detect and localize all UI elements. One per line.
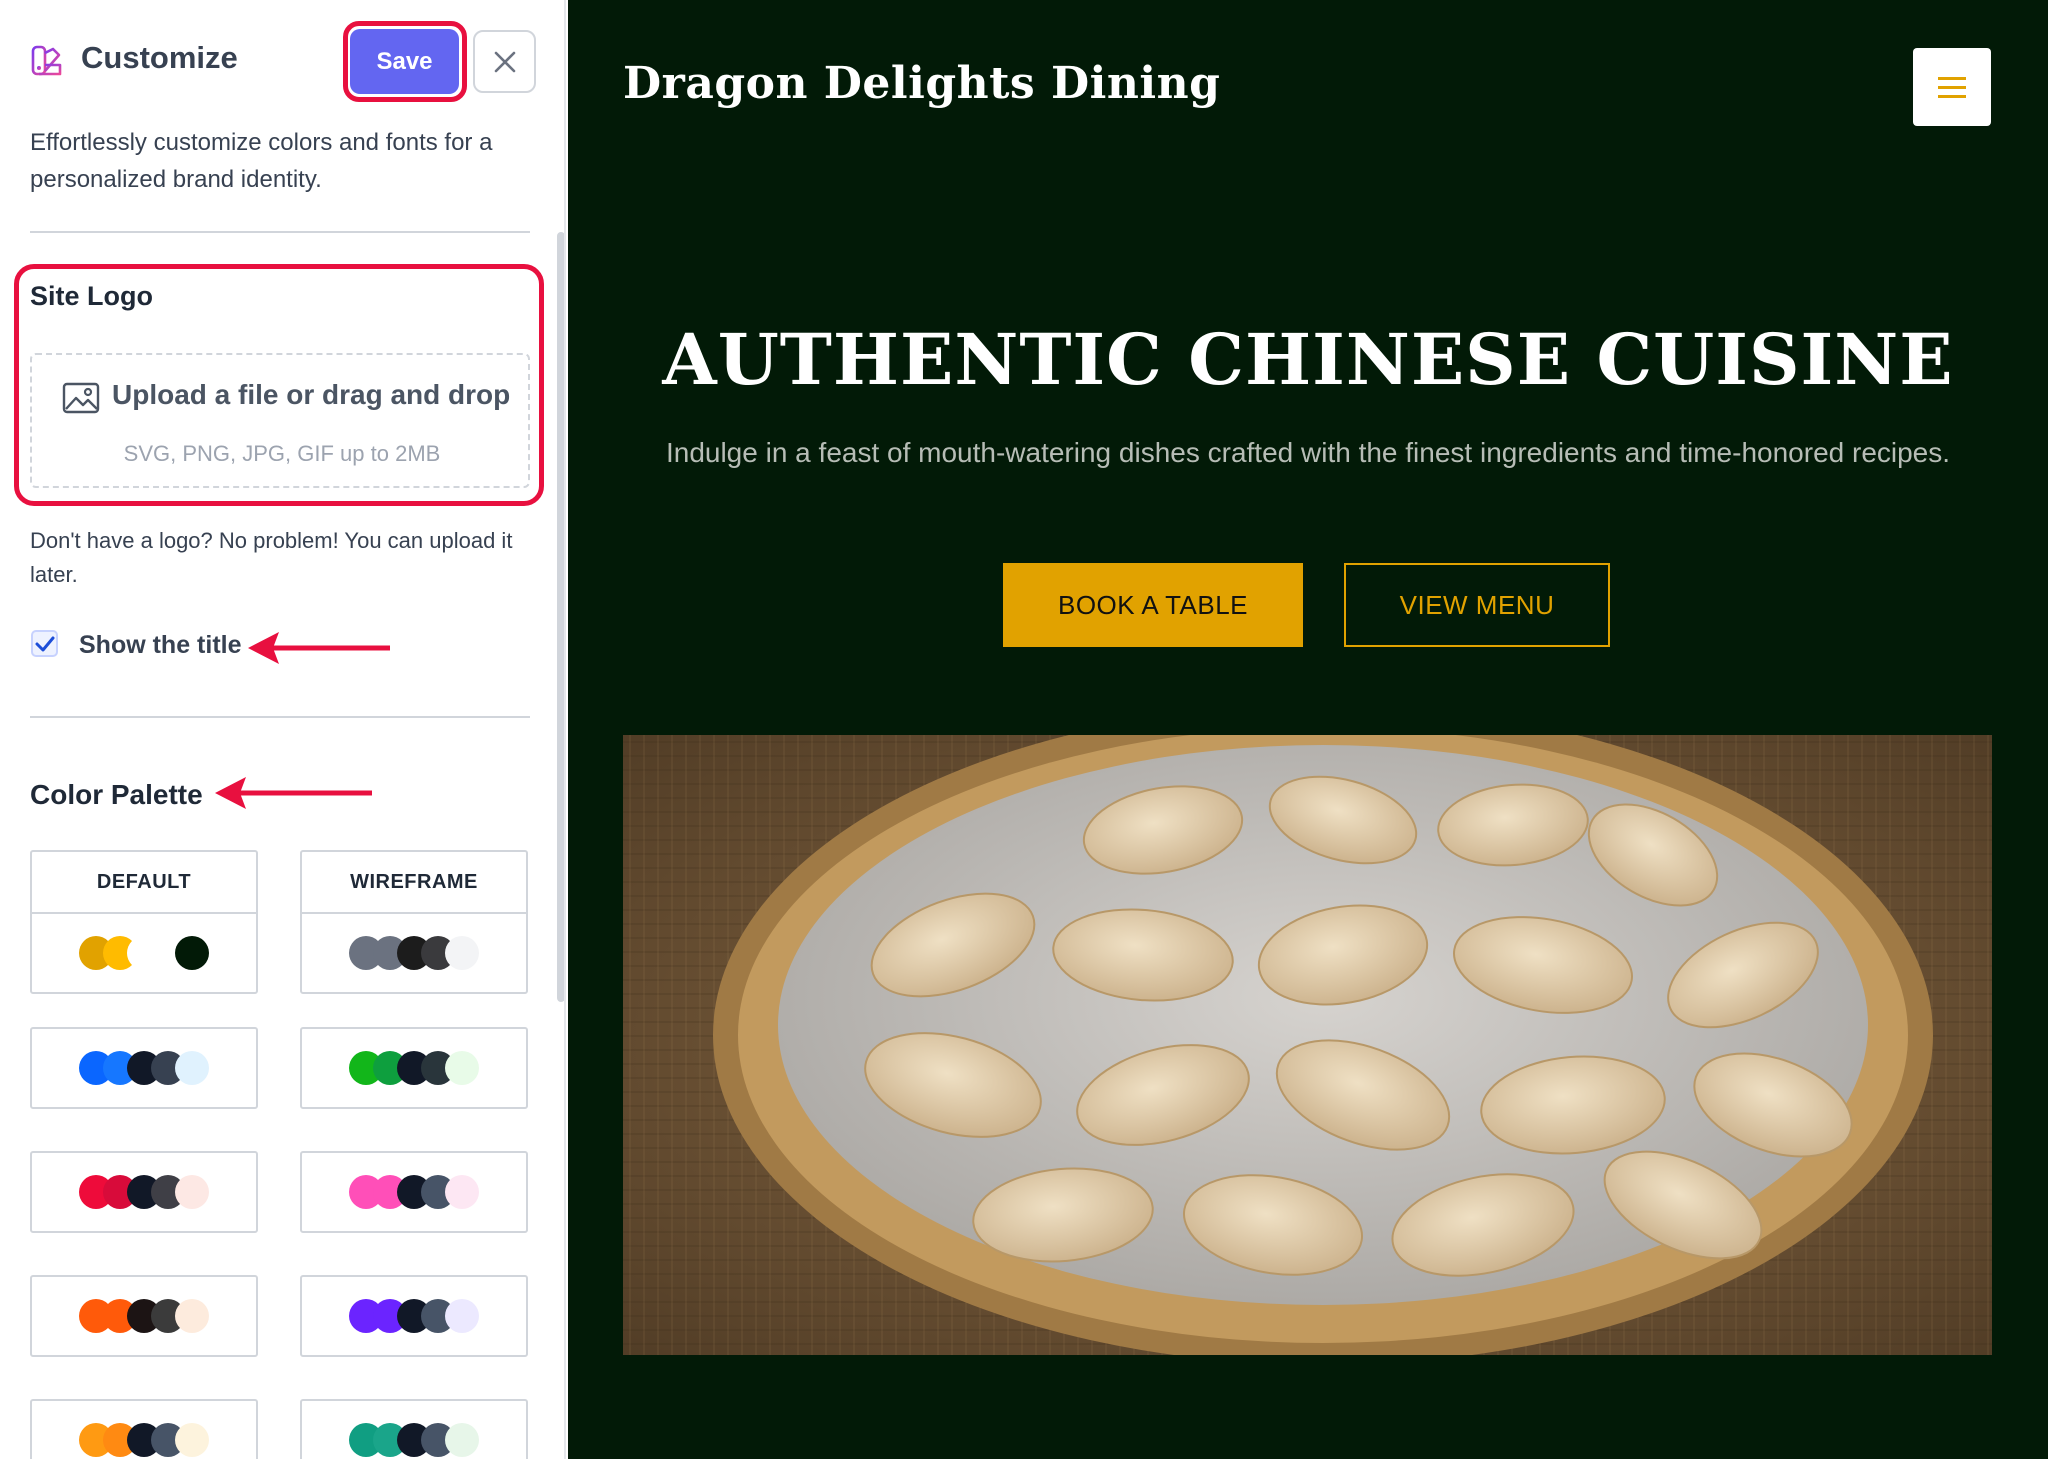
book-table-button[interactable]: BOOK A TABLE xyxy=(1003,563,1303,647)
menu-button[interactable] xyxy=(1913,48,1991,126)
upload-label[interactable]: Upload a file or drag and drop xyxy=(112,379,510,411)
palette-option[interactable]: DEFAULT xyxy=(30,850,258,994)
color-swatch xyxy=(445,936,479,970)
dumplings-photo xyxy=(623,735,1992,1355)
palette-swatches xyxy=(302,1401,526,1459)
site-logo-heading: Site Logo xyxy=(30,281,153,311)
palette-option[interactable] xyxy=(300,1275,528,1357)
check-icon xyxy=(35,636,54,651)
arrow-left-icon xyxy=(215,777,372,809)
palette-swatches xyxy=(302,1277,526,1355)
hero-subtitle: Indulge in a feast of mouth-watering dis… xyxy=(665,437,1951,468)
view-menu-button[interactable]: VIEW MENU xyxy=(1344,563,1610,647)
palette-swatches xyxy=(32,1401,256,1459)
color-swatch xyxy=(175,1175,209,1209)
palette-option[interactable] xyxy=(30,1399,258,1459)
scrollbar[interactable] xyxy=(557,232,564,1002)
divider xyxy=(30,231,530,233)
hero-title: AUTHENTIC CHINESE CUISINE xyxy=(662,318,1954,401)
color-palette-heading: Color Palette xyxy=(30,779,203,810)
menu-icon xyxy=(1938,85,1966,89)
color-swatch xyxy=(175,1051,209,1085)
palette-name: WIREFRAME xyxy=(302,852,526,914)
color-swatch xyxy=(445,1175,479,1209)
palette-swatches xyxy=(302,914,526,992)
panel-title: Customize xyxy=(81,40,238,75)
palette-swatches xyxy=(302,1029,526,1107)
palette-option[interactable] xyxy=(30,1275,258,1357)
menu-icon xyxy=(1938,94,1966,98)
close-button[interactable] xyxy=(473,30,536,93)
show-title-label[interactable]: Show the title xyxy=(79,631,242,660)
color-swatch xyxy=(445,1423,479,1457)
palette-swatches xyxy=(32,1029,256,1107)
color-swatch xyxy=(175,1299,209,1333)
color-swatch xyxy=(445,1051,479,1085)
upload-hint: SVG, PNG, JPG, GIF up to 2MB xyxy=(123,441,441,466)
color-swatch xyxy=(175,936,209,970)
panel-description: Effortlessly customize colors and fonts … xyxy=(30,129,493,193)
palette-swatches xyxy=(302,1153,526,1231)
palette-swatches xyxy=(32,914,256,992)
palette-name: DEFAULT xyxy=(32,852,256,914)
palette-option[interactable]: WIREFRAME xyxy=(300,850,528,994)
site-title[interactable]: Dragon Delights Dining xyxy=(623,58,1220,109)
palette-option[interactable] xyxy=(30,1027,258,1109)
color-swatch xyxy=(175,1423,209,1457)
palette-option[interactable] xyxy=(300,1027,528,1109)
divider xyxy=(30,716,530,718)
close-icon xyxy=(494,51,515,72)
brush-icon xyxy=(31,45,62,76)
logo-note: Don't have a logo? No problem! You can u… xyxy=(30,528,513,587)
image-icon xyxy=(62,382,100,414)
save-button[interactable]: Save xyxy=(350,29,459,94)
hero-image xyxy=(623,735,1992,1355)
logo-upload-dropzone[interactable]: Upload a file or drag and drop SVG, PNG,… xyxy=(30,353,530,488)
show-title-checkbox[interactable] xyxy=(31,630,58,657)
palette-swatches xyxy=(32,1153,256,1231)
arrow-left-icon xyxy=(248,632,390,664)
palette-swatches xyxy=(32,1277,256,1355)
menu-icon xyxy=(1938,76,1966,80)
palette-option[interactable] xyxy=(30,1151,258,1233)
color-swatch xyxy=(445,1299,479,1333)
palette-option[interactable] xyxy=(300,1399,528,1459)
customize-panel: Customize Save Effortlessly customize co… xyxy=(0,0,566,1459)
site-preview: Dragon Delights Dining AUTHENTIC CHINESE… xyxy=(568,0,2048,1459)
palette-option[interactable] xyxy=(300,1151,528,1233)
panel-header: Customize Save xyxy=(0,0,564,120)
